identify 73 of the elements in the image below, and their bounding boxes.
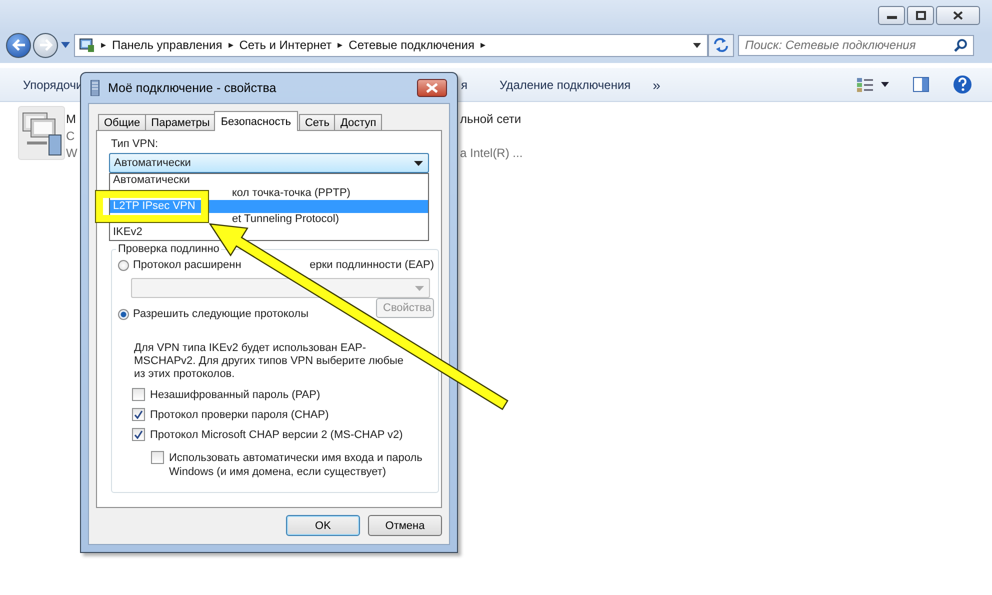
connection-text: М — [66, 112, 77, 127]
back-arrow-icon — [12, 39, 26, 51]
close-icon — [953, 11, 963, 20]
checkbox-label: Незашифрованный пароль (PAP) — [150, 388, 320, 402]
dropdown-caret-icon[interactable] — [693, 42, 701, 48]
minimize-button[interactable] — [878, 6, 905, 25]
control-panel-icon — [79, 37, 95, 53]
refresh-button[interactable] — [708, 34, 734, 56]
forward-arrow-icon — [38, 39, 52, 51]
dropdown-option[interactable]: et Tunneling Protocol) — [232, 213, 340, 226]
forward-button[interactable] — [33, 32, 58, 58]
preview-pane-icon[interactable] — [913, 77, 929, 92]
connection-text: a Intel(R) ... — [460, 146, 524, 161]
dialog-title: Моё подключение - свойства — [108, 81, 276, 95]
dropdown-caret-icon[interactable] — [881, 82, 889, 87]
close-icon — [426, 83, 438, 93]
tab[interactable]: Сеть — [298, 114, 336, 131]
radio-label: Разрешить следующие протоколы — [133, 308, 308, 320]
vpn-type-select[interactable]: Автоматически — [109, 153, 429, 173]
dropdown-caret-icon — [414, 160, 423, 166]
radio-label: Протокол расширенн — [133, 259, 242, 271]
checkbox[interactable] — [132, 388, 145, 401]
tab[interactable]: Доступ — [334, 114, 382, 131]
search-field[interactable]: Поиск: Сетевые подключения — [738, 34, 974, 56]
breadcrumb[interactable]: Сетевые подключения — [348, 38, 474, 52]
connection-icon — [90, 80, 100, 96]
radio-label: ерки подлинности (EAP) — [310, 259, 434, 271]
breadcrumb-separator[interactable]: ▸ — [480, 39, 486, 51]
close-button[interactable] — [417, 79, 447, 97]
field-label: Тип VPN: — [111, 137, 160, 151]
connection-text: W — [66, 146, 78, 161]
breadcrumb[interactable]: Панель управления — [112, 38, 222, 52]
view-options-icon[interactable] — [857, 78, 873, 92]
tab[interactable]: Общие — [98, 114, 146, 131]
refresh-arrows-icon — [713, 38, 729, 52]
dropdown-option[interactable]: Автоматически — [110, 174, 428, 187]
checkmark-icon — [134, 430, 143, 439]
dropdown-caret-icon — [415, 286, 424, 290]
address-bar[interactable]: ▸ Панель управления ▸ Сеть и Интернет ▸ Сетевые подключения ▸ — [74, 34, 708, 56]
connection-text: льной сети — [460, 112, 522, 127]
maximize-button[interactable] — [907, 6, 934, 25]
breadcrumb-separator[interactable]: ▸ — [338, 39, 343, 51]
info-text: Для VPN типа IKEv2 будет использован EAP-MSCHAPv2. Для других типов VPN выберите любые из этих протоколов. — [134, 342, 405, 381]
breadcrumb-separator[interactable]: ▸ — [228, 39, 234, 51]
connection-tile[interactable] — [18, 106, 65, 160]
tab[interactable]: Безопасность — [214, 111, 298, 131]
dropdown-option[interactable]: IKEv2 — [110, 226, 428, 239]
checkbox-label: Протокол Microsoft CHAP версии 2 (MS-CHAP v2) — [150, 428, 403, 442]
radio-button[interactable] — [118, 308, 129, 320]
checkbox-label: Использовать автоматически имя входа и пароль Windows (и имя домена, если существует) — [169, 451, 424, 479]
checkmark-icon — [134, 410, 143, 419]
more-commands-chevron[interactable]: » — [652, 76, 660, 92]
maximize-icon — [916, 11, 926, 20]
connection-text: С — [66, 129, 76, 144]
back-button[interactable] — [6, 32, 31, 58]
checkbox[interactable] — [132, 408, 145, 421]
toolbar-command[interactable]: я — [461, 78, 468, 92]
breadcrumb[interactable]: Сеть и Интернет — [239, 38, 332, 52]
history-caret-icon[interactable] — [61, 42, 70, 48]
toolbar-command[interactable]: Удаление подключения — [500, 78, 631, 92]
close-button[interactable] — [936, 6, 980, 25]
group-legend: Проверка подлинно — [116, 243, 222, 255]
checkbox-label: Протокол проверки пароля (CHAP) — [150, 408, 329, 422]
tab[interactable]: Параметры — [145, 114, 216, 131]
help-icon[interactable] — [953, 75, 972, 94]
breadcrumb-separator[interactable]: ▸ — [101, 39, 106, 51]
dropdown-option[interactable]: кол точка-точка (PPTP) — [232, 187, 350, 200]
dialog-button[interactable]: Отмена — [368, 515, 442, 536]
radio-button[interactable] — [118, 260, 129, 270]
checkbox[interactable] — [132, 428, 145, 441]
search-icon — [954, 38, 967, 52]
checkbox[interactable] — [151, 451, 164, 464]
dialog-button[interactable]: OK — [286, 515, 360, 536]
